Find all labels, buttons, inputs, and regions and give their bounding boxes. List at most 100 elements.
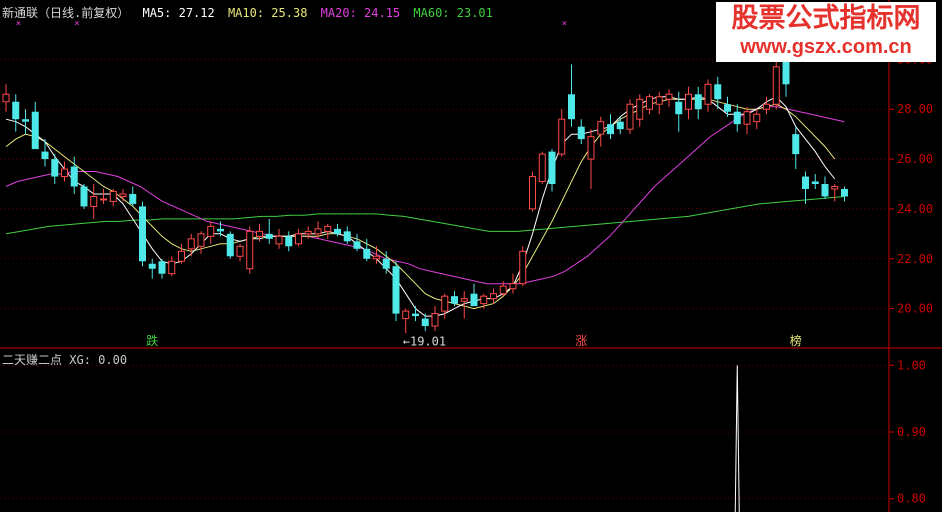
candle-body [558, 118, 566, 155]
watermark-line1: 股票公式指标网 [731, 3, 921, 34]
candle-body [480, 295, 488, 305]
ma20-label: MA20: 24.15 [320, 6, 401, 20]
watermark-line2: www.gszx.com.cn [740, 36, 912, 58]
candle-body [2, 93, 10, 103]
candle-body [256, 230, 263, 237]
candle-body [509, 283, 517, 290]
candle-body [568, 94, 575, 120]
candle-body [12, 101, 20, 120]
candle-body [763, 103, 770, 110]
candle-body [685, 93, 692, 110]
candle-body [139, 206, 146, 262]
candle-body [538, 153, 546, 183]
sub-y-tick-label: 1.00 [897, 358, 926, 372]
candle-body [529, 176, 536, 210]
chart-canvas: 30.0028.0026.0024.0022.0020.001.000.900.… [0, 0, 942, 512]
candle-body [41, 151, 49, 160]
watermark-logo: 股票公式指标网 www.gszx.com.cn [716, 2, 936, 62]
ma5-line [5, 96, 836, 317]
candle-body [490, 293, 497, 300]
candle-body [109, 190, 117, 202]
candle-body [129, 193, 137, 204]
low-price-label: ←19.01 [403, 334, 446, 348]
sub-y-tick-label: 0.80 [897, 492, 926, 506]
y-tick-label: 26.00 [897, 152, 933, 166]
candle-body [90, 195, 98, 207]
candle-body [80, 186, 88, 207]
candle-body [607, 124, 614, 135]
sub-header: 二天赚二点 XG: 0.00 [2, 351, 127, 368]
candle-body [402, 310, 410, 320]
candle-body [392, 266, 400, 314]
candle-body [646, 96, 653, 110]
candle-body [217, 228, 224, 232]
candle-body [743, 111, 751, 125]
candle-body [704, 83, 712, 105]
candle-body [831, 185, 839, 190]
candle-body [197, 233, 205, 247]
candle-body [31, 111, 39, 150]
candle-body [636, 98, 644, 120]
candle-body [382, 258, 390, 269]
signal-zhang: 涨 [575, 333, 587, 348]
candle-body [821, 184, 829, 197]
candle-body [694, 94, 702, 110]
candle-body [519, 250, 527, 285]
candle-body [811, 181, 819, 184]
candle-body [441, 295, 449, 312]
ma5-label: MA5: 27.12 [142, 6, 215, 20]
candle-body [548, 151, 556, 184]
candle-body [119, 193, 127, 197]
candle-body [207, 225, 215, 237]
candle-body [265, 233, 273, 239]
candle-body [158, 261, 166, 274]
candle-body [499, 285, 507, 295]
candle-body [460, 298, 468, 302]
candle-body [324, 225, 332, 232]
candle-body [724, 104, 731, 112]
candle-body [22, 119, 29, 122]
candle-body [61, 168, 68, 178]
candle-body [168, 260, 176, 275]
candle-body [597, 121, 605, 135]
candle-body [714, 84, 722, 100]
stock-name: 新通联（日线.前复权） [2, 6, 130, 20]
candle-body [178, 250, 185, 262]
candle-body [675, 101, 683, 115]
candle-body [373, 255, 380, 260]
candle-body [470, 293, 478, 307]
candle-body [412, 313, 419, 317]
candle-body [236, 245, 244, 257]
candle-body [431, 313, 439, 327]
candle-body [841, 188, 848, 197]
candle-body [304, 230, 312, 235]
candle-body [334, 228, 341, 234]
indicator-xg: XG: 0.00 [69, 353, 128, 367]
y-tick-label: 20.00 [897, 302, 933, 316]
y-tick-label: 22.00 [897, 252, 933, 266]
indicator-title: 二天赚二点 [2, 353, 63, 367]
candle-body [246, 230, 254, 270]
candle-body [587, 136, 595, 160]
candle-body [226, 233, 234, 257]
signal-bang: 榜 [790, 333, 802, 348]
candle-body [51, 159, 59, 177]
candle-body [275, 235, 283, 245]
ma10-label: MA10: 25.38 [227, 6, 308, 20]
candle-body [753, 113, 761, 123]
candle-body [421, 318, 429, 327]
candle-body [100, 198, 107, 201]
xg-spike [734, 365, 740, 512]
candle-body [363, 248, 371, 259]
candle-body [353, 241, 361, 249]
candle-body [802, 176, 809, 189]
candle-body [343, 231, 351, 242]
y-tick-label: 24.00 [897, 202, 933, 216]
candle-body [655, 96, 663, 105]
candle-body [665, 93, 673, 100]
y-tick-label: 28.00 [897, 102, 933, 116]
sub-y-tick-label: 0.90 [897, 425, 926, 439]
candle-body [314, 228, 322, 235]
candle-body [70, 166, 78, 187]
candle-body [792, 134, 800, 155]
